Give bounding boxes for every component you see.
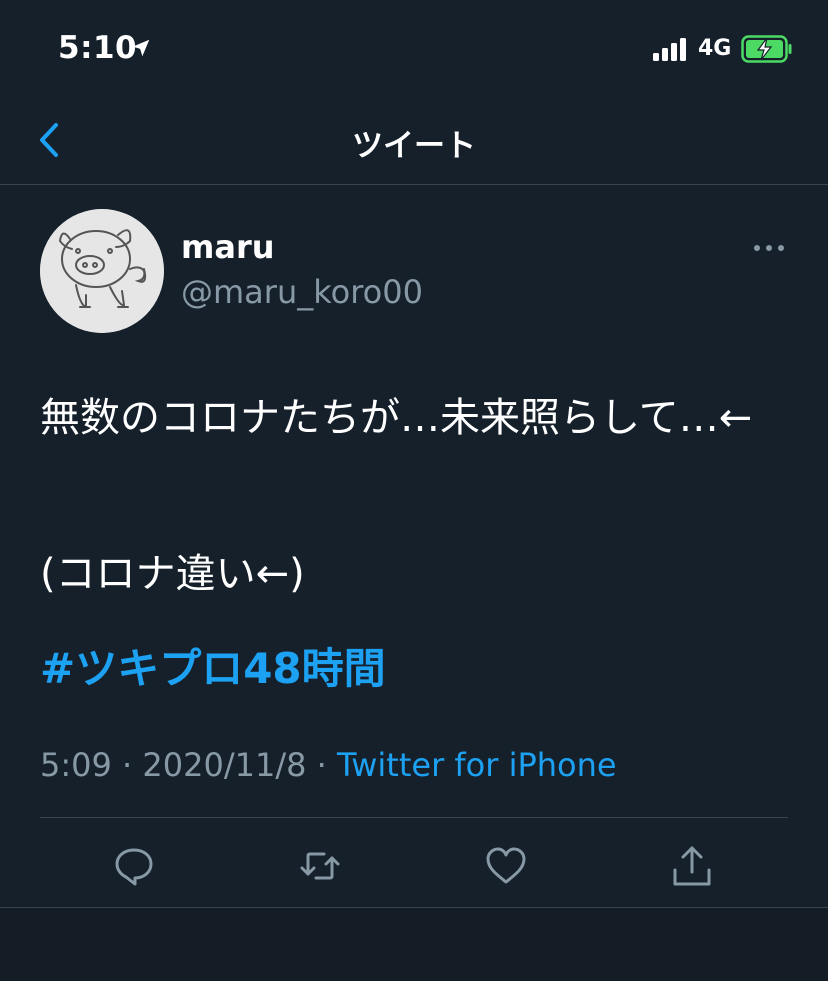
hashtag-link[interactable]: #ツキプロ48時間	[40, 635, 386, 696]
tweet-date: 2020/11/8	[142, 746, 307, 784]
retweet-icon[interactable]	[298, 844, 342, 888]
more-icon[interactable]	[752, 240, 786, 256]
tweet-text: 無数のコロナたちが…未来照らして…←	[40, 395, 753, 441]
reply-area-background	[0, 908, 828, 981]
tweet-time: 5:09	[40, 746, 112, 784]
navigation-bar: ツイート	[0, 100, 828, 185]
username[interactable]: @maru_koro00	[181, 273, 423, 311]
divider	[40, 817, 788, 818]
pig-drawing-icon	[40, 209, 164, 333]
meta-separator: ·	[122, 746, 143, 784]
display-name[interactable]: maru	[181, 228, 275, 266]
network-type: 4G	[698, 36, 732, 61]
like-icon[interactable]	[484, 844, 528, 888]
tweet-source-link[interactable]: Twitter for iPhone	[337, 746, 617, 784]
meta-separator: ·	[316, 746, 337, 784]
signal-icon	[653, 38, 686, 61]
tweet-text-line2: (コロナ違い←)	[40, 551, 305, 597]
page-title: ツイート	[352, 128, 476, 164]
location-arrow-icon	[132, 39, 150, 57]
status-bar: 5:10 4G	[0, 0, 828, 100]
battery-charging-icon	[741, 35, 792, 63]
tweet-meta: 5:09 · 2020/11/8 · Twitter for iPhone	[40, 746, 617, 784]
reply-icon[interactable]	[112, 844, 156, 888]
share-icon[interactable]	[670, 844, 714, 888]
avatar[interactable]	[40, 209, 164, 333]
status-time: 5:10	[58, 30, 138, 66]
